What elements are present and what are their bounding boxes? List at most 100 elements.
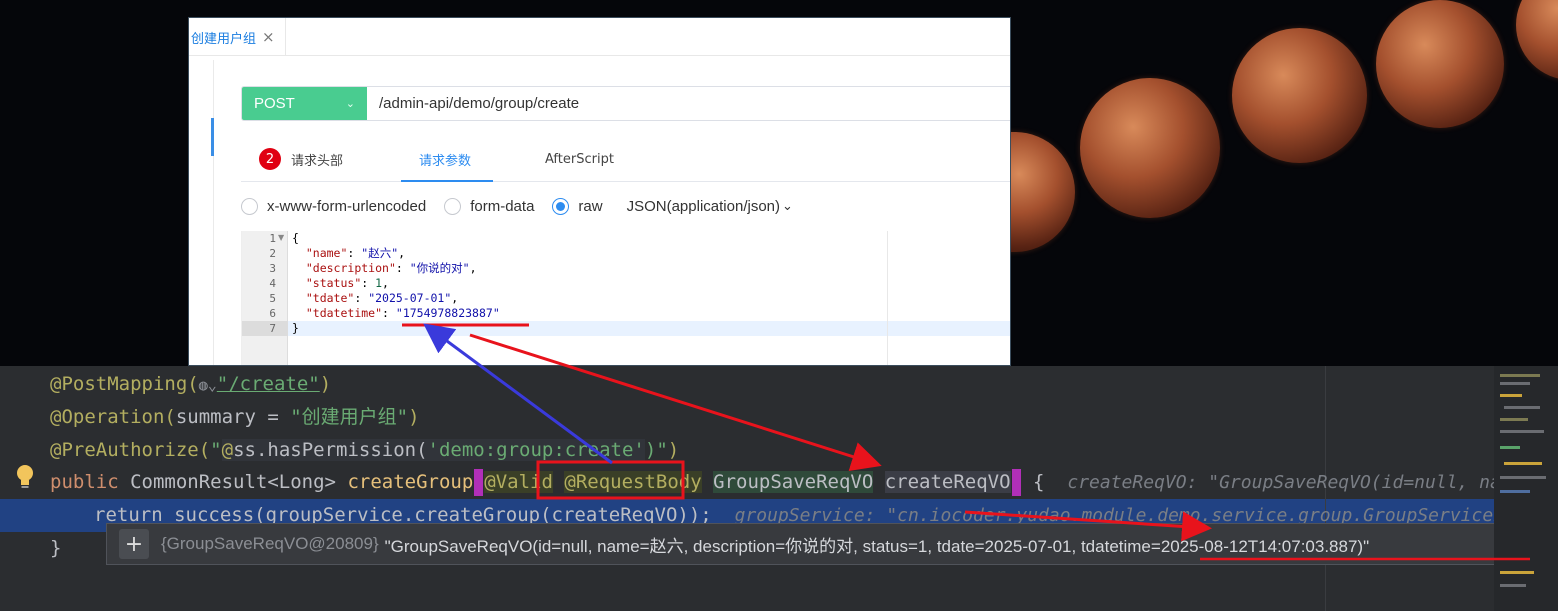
object-id: {GroupSaveReqVO@20809} [161, 534, 379, 553]
return-type: CommonResult<Long> [130, 471, 336, 493]
paren: ) [667, 439, 680, 461]
radio-circle[interactable] [552, 197, 570, 215]
json-brace: } [292, 321, 299, 335]
open-brace: { [1033, 471, 1045, 493]
code-line-3: @PreAuthorize("@ss.hasPermission('demo:g… [50, 434, 679, 467]
json-brace: { [292, 231, 299, 245]
active-tab-underline [401, 180, 493, 182]
background-moon-3 [1376, 0, 1504, 128]
tab-create-group[interactable]: 创建用户组 × [189, 18, 286, 56]
close-icon[interactable]: × [262, 28, 275, 46]
chevron-down-icon: ⌄ [782, 198, 793, 213]
api-request-panel: 创建用户组 × POST ⌄ 2 请求头部 请求参数 AfterScript x… [188, 17, 1011, 366]
json-value: "1754978823887" [395, 306, 500, 320]
minimap[interactable] [1494, 366, 1558, 611]
annotation: @PostMapping( [50, 373, 199, 395]
minimap-line [1504, 406, 1540, 409]
inline-debug-hint: createReqVO: "GroupSaveReqVO(id=null, na… [1067, 472, 1534, 493]
route-string[interactable]: "/create" [217, 373, 320, 395]
tab-afterscript-label: AfterScript [545, 151, 614, 167]
tab-afterscript[interactable]: AfterScript [545, 136, 614, 182]
code-line-1: @PostMapping(◍⌄"/create") [50, 368, 331, 401]
tab-strip: 创建用户组 × [189, 18, 1010, 56]
permission-string: 'demo:group:create' [427, 439, 645, 461]
json-line: } [292, 321, 299, 336]
minimap-line [1500, 374, 1540, 377]
code-line-4: public CommonResult<Long> createGroup @Va… [50, 466, 1533, 499]
radio-form-data[interactable]: form-data [444, 197, 535, 215]
json-value: "2025-07-01" [368, 291, 452, 305]
json-line: "tdatetime": "1754978823887" [305, 306, 500, 320]
string-literal: " [210, 439, 222, 461]
minimap-line [1500, 394, 1522, 397]
annotation: @PreAuthorize( [50, 439, 211, 461]
radio-x-www-form-urlencoded[interactable]: x-www-form-urlencoded [241, 197, 427, 215]
lightbulb-icon[interactable] [14, 463, 36, 491]
line-number: 2 [269, 247, 276, 260]
content-type-label: JSON(application/json) [626, 197, 780, 215]
spel-expression: ss.hasPermission( [233, 439, 428, 461]
side-divider [213, 60, 214, 365]
chevron-down-icon: ⌄ [345, 98, 355, 110]
minimap-line [1500, 584, 1526, 587]
param-type[interactable]: GroupSaveReqVO [713, 471, 874, 493]
radio-label: x-www-form-urlencoded [267, 197, 427, 215]
minimap-line [1500, 446, 1520, 449]
keyword: public [50, 471, 119, 493]
json-line: { [292, 231, 299, 246]
minimap-line [1504, 462, 1542, 465]
tab-request-headers-label: 请求头部 [291, 153, 344, 169]
minimap-line [1500, 490, 1530, 493]
string-literal: )" [644, 439, 668, 461]
valid-annotation: @Valid [484, 471, 553, 493]
json-line: "status": 1, [305, 276, 389, 290]
background-moon-1 [1080, 78, 1220, 218]
annotation: @Operation( [50, 406, 176, 428]
print-margin [887, 231, 888, 365]
method-name[interactable]: createGroup [347, 471, 473, 493]
radio-label: form-data [470, 197, 535, 215]
radio-label: raw [578, 197, 603, 215]
side-accent-bar [211, 118, 214, 156]
paren-match-marker [1011, 469, 1021, 496]
globe-icon[interactable]: ◍⌄ [199, 376, 217, 394]
json-key: "tdatetime" [305, 306, 383, 320]
minimap-line [1500, 476, 1546, 479]
url-bar: POST ⌄ [241, 86, 1010, 121]
close-brace: } [50, 537, 62, 559]
content-type-select[interactable]: JSON(application/json) ⌄ [627, 198, 793, 215]
json-key: "name" [305, 246, 348, 260]
tab-title: 创建用户组 [191, 31, 257, 47]
request-tabs: 2 请求头部 请求参数 AfterScript [241, 136, 1010, 182]
method-select[interactable]: POST ⌄ [242, 87, 367, 120]
background-moon-4 [1516, 0, 1558, 80]
minimap-line [1500, 418, 1528, 421]
tab-request-headers[interactable]: 2 请求头部 [259, 136, 343, 182]
line-number: 1 [269, 232, 276, 245]
radio-circle[interactable] [444, 197, 462, 215]
json-line: "tdate": "2025-07-01", [305, 291, 459, 305]
url-input[interactable] [367, 87, 1010, 120]
expand-button[interactable]: + [119, 529, 149, 559]
header-count-badge: 2 [259, 148, 281, 170]
radio-raw[interactable]: raw [552, 197, 603, 215]
json-value: "赵六" [361, 246, 399, 260]
param-name[interactable]: createReqVO [884, 471, 1011, 493]
debugger-value-tooltip: + {GroupSaveReqVO@20809} "GroupSaveReqVO… [106, 523, 1548, 565]
json-line: "name": "赵六", [305, 246, 406, 260]
background-moon-2 [1232, 28, 1367, 163]
json-key: "tdate" [305, 291, 355, 305]
json-line: "description": "你说的对", [305, 261, 477, 275]
paren: ) [408, 406, 420, 428]
code-line-6: } [50, 532, 61, 565]
object-value: "GroupSaveReqVO(id=null, name=赵六, descri… [384, 536, 1370, 556]
tab-request-params[interactable]: 请求参数 [419, 136, 471, 182]
requestbody-annotation[interactable]: @RequestBody [564, 471, 702, 493]
json-value: "你说的对" [409, 261, 470, 275]
json-editor[interactable]: 1 ▼ 2 3 4 5 6 7 { "name": "赵六", "descrip… [241, 231, 1010, 365]
minimap-line [1500, 382, 1530, 385]
fold-icon[interactable]: ▼ [278, 233, 284, 242]
code-line-2: @Operation(summary = "创建用户组") [50, 401, 420, 434]
ide-editor: @PostMapping(◍⌄"/create") @Operation(sum… [0, 366, 1558, 611]
radio-circle[interactable] [241, 197, 258, 215]
